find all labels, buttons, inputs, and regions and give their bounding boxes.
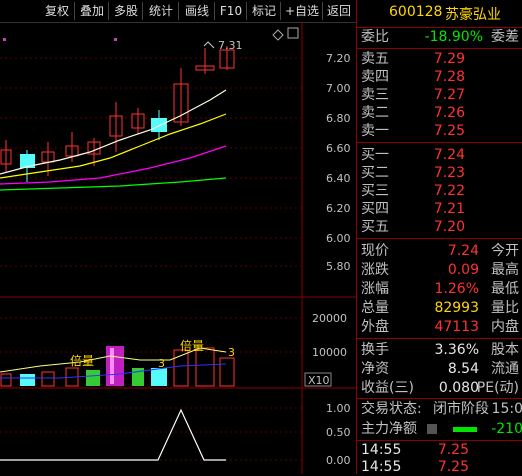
indicator-line — [0, 408, 226, 461]
quote-row: 涨幅 1.26% 最低 — [361, 281, 519, 297]
price-tick: 6.40 — [326, 172, 351, 185]
add-favorite-button[interactable]: +自选 — [282, 2, 323, 20]
high-marker-icon — [203, 41, 215, 49]
ma10-line — [0, 113, 227, 179]
high-label: 7.31 — [218, 39, 243, 52]
kline-chart[interactable]: 7.20 7.00 6.80 6.60 6.40 6.20 6.00 5.80 — [0, 22, 356, 474]
diamond-icon[interactable] — [272, 29, 284, 41]
sell-row[interactable]: 卖三 7.27 — [357, 86, 522, 104]
volume-unit: X10 — [308, 374, 330, 387]
capital-bar — [453, 427, 477, 432]
marker-dot — [114, 38, 117, 41]
chart-toolbar: 复权 叠加 多股 统计 画线 F10 标记 +自选 返回 — [0, 0, 356, 23]
price-tick: 6.00 — [326, 232, 351, 245]
marker-dot — [3, 38, 6, 41]
quote-row: 总量 82993 量比 — [361, 300, 519, 316]
price-tick: 6.80 — [326, 112, 351, 125]
indicator-tick: 0.00 — [326, 454, 351, 467]
mark-button[interactable]: 标记 — [248, 2, 281, 20]
price-axis: 7.20 7.00 6.80 6.60 6.40 6.20 6.00 5.80 — [326, 52, 351, 273]
list-icon[interactable] — [427, 424, 437, 434]
volume-annotation: 倍量 — [70, 353, 94, 368]
trade-status-row: 交易状态: 闭市阶段 15:0 — [361, 401, 522, 417]
order-ratio-row: 委比 -18.90% 委差 — [357, 28, 522, 46]
candles — [0, 46, 235, 182]
quote-row: 涨跌 0.09 最高 — [361, 262, 519, 278]
sell-row[interactable]: 卖一 7.25 — [357, 122, 522, 140]
indicator-tick: 1.00 — [326, 402, 351, 415]
volume-annotation: 3 — [228, 346, 235, 359]
volume-annotation: 3 — [158, 357, 165, 370]
volume-tick: 10000 — [312, 346, 347, 359]
buy-row[interactable]: 买三 7.22 — [357, 182, 522, 200]
tick-row: 14:55 7.25 — [361, 442, 469, 458]
buy-row[interactable]: 买一 7.24 — [357, 146, 522, 164]
f10-button[interactable]: F10 — [216, 2, 247, 20]
sell-row[interactable]: 卖二 7.26 — [357, 104, 522, 122]
price-tick: 6.20 — [326, 202, 351, 215]
price-tick: 7.20 — [326, 52, 351, 65]
price-tick: 5.80 — [326, 260, 351, 273]
ma60-line — [0, 177, 227, 191]
buy-row[interactable]: 买四 7.21 — [357, 200, 522, 218]
capital-row[interactable]: 主力净额 -210 — [357, 420, 522, 438]
ratio-value: -18.90% — [424, 29, 483, 45]
sell-row[interactable]: 卖五 7.29 — [357, 50, 522, 68]
stock-header: 600128 苏豪弘业 — [357, 0, 522, 28]
statistics-button[interactable]: 统计 — [144, 2, 179, 20]
ratio-tail: 委差 — [491, 29, 519, 45]
buy-row[interactable]: 买五 7.20 — [357, 218, 522, 236]
price-tick: 6.60 — [326, 142, 351, 155]
candle — [151, 118, 167, 132]
quote-row: 现价 7.24 今开 — [361, 243, 519, 259]
volume-tick: 20000 — [312, 312, 347, 325]
restore-rights-button[interactable]: 复权 — [40, 2, 75, 20]
quote-row: 外盘 47113 内盘 — [361, 319, 519, 335]
quote-panel: 600128 苏豪弘业 委比 -18.90% 委差 卖五 7.29 卖四 7.28 … — [356, 0, 522, 475]
price-tick: 7.00 — [326, 82, 351, 95]
buy-row[interactable]: 买二 7.23 — [357, 164, 522, 182]
draw-line-button[interactable]: 画线 — [180, 2, 215, 20]
maximize-icon[interactable] — [287, 27, 299, 39]
kline-svg: 7.20 7.00 6.80 6.60 6.40 6.20 6.00 5.80 — [0, 22, 356, 474]
sell-row[interactable]: 卖四 7.28 — [357, 68, 522, 86]
multi-stock-button[interactable]: 多股 — [110, 2, 143, 20]
tick-row: 14:55 7.25 — [361, 459, 469, 475]
overlay-button[interactable]: 叠加 — [76, 2, 109, 20]
stock-name: 苏豪弘业 — [445, 7, 501, 23]
stat-row: 换手 3.36% 股本 — [361, 342, 519, 358]
ratio-label: 委比 — [361, 29, 389, 45]
stat-row: 净资 8.54 流通 — [361, 361, 519, 377]
stat-row: 收益(三) 0.080 PE(动) — [361, 380, 519, 396]
indicator-tick: 0.50 — [326, 426, 351, 439]
stock-code: 600128 — [389, 4, 443, 20]
back-button[interactable]: 返回 — [324, 2, 354, 20]
volume-annotation: 倍量 — [180, 338, 204, 353]
